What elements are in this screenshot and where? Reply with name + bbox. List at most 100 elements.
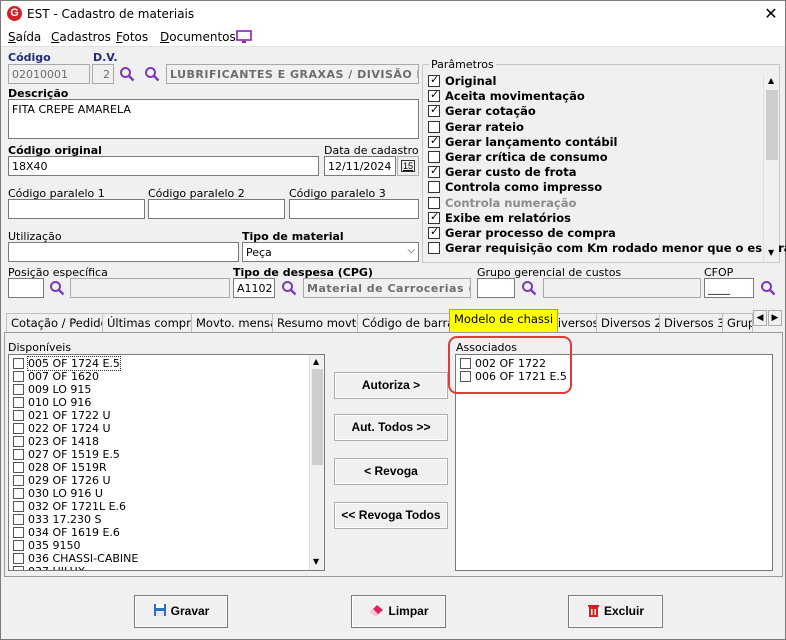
list-item[interactable]: 022 OF 1724 U [13, 422, 111, 435]
data-cadastro-field[interactable]: 12/11/2024 [324, 156, 396, 176]
list-item[interactable]: 010 LO 916 [13, 396, 91, 409]
codigo-field[interactable]: 02010001 [8, 64, 90, 84]
param-row[interactable]: Controla como impresso [428, 180, 602, 195]
list-item[interactable]: 036 CHASSI-CABINE [13, 552, 138, 565]
search-cfop-icon[interactable] [760, 280, 776, 296]
list-item[interactable]: 030 LO 916 U [13, 487, 103, 500]
tab-diversos-2[interactable]: Diversos 2 [596, 313, 667, 332]
grupo-gerencial-field[interactable] [477, 278, 515, 298]
disponiveis-scrollbar[interactable]: ▲ ▼ [309, 355, 324, 570]
revoga-button[interactable]: < Revoga [334, 458, 448, 485]
item-checkbox[interactable] [13, 410, 24, 421]
param-checkbox[interactable] [428, 181, 440, 194]
list-item[interactable]: 023 OF 1418 [13, 435, 99, 448]
monitor-icon[interactable] [236, 30, 252, 44]
item-checkbox[interactable] [13, 514, 24, 525]
param-row[interactable]: Aceita movimentação [428, 88, 585, 104]
param-checkbox[interactable] [428, 103, 440, 118]
param-row[interactable]: Controla numeração [428, 196, 576, 211]
tab-cota-o-pedido[interactable]: Cotação / Pedido [6, 313, 113, 332]
disponiveis-list[interactable]: 005 OF 1724 E.5 007 OF 1620 009 LO 915 010 … [8, 354, 325, 571]
search-grupo-icon[interactable] [521, 280, 537, 296]
scroll-up-icon[interactable]: ▲ [768, 76, 774, 85]
list-item[interactable]: 032 OF 1721L E.6 [13, 500, 126, 513]
item-checkbox[interactable] [13, 397, 24, 408]
param-checkbox[interactable] [428, 151, 440, 163]
list-item[interactable]: 029 OF 1726 U [13, 474, 111, 487]
descricao-field[interactable]: FITA CREPE AMARELA [8, 99, 419, 139]
paralelo1-field[interactable] [8, 199, 145, 219]
param-row[interactable]: Gerar crítica de consumo [428, 150, 608, 165]
scroll-thumb[interactable] [312, 369, 323, 465]
aut-todos-button[interactable]: Aut. Todos >> [334, 414, 448, 441]
menu-documentos[interactable]: Documentos [160, 30, 236, 44]
item-checkbox[interactable] [13, 566, 24, 570]
parametros-scrollbar[interactable]: ▲ ▼ [763, 74, 779, 262]
codigo-original-field[interactable]: 18X40 [8, 156, 319, 176]
param-checkbox[interactable] [428, 120, 440, 133]
list-item[interactable]: 037 HILUX [13, 565, 85, 570]
param-checkbox[interactable] [428, 242, 440, 255]
param-row[interactable]: Gerar cotação [428, 103, 536, 119]
menu-fotos[interactable]: Fotos [116, 30, 148, 44]
autoriza-button[interactable]: Autoriza > [334, 372, 448, 399]
item-checkbox[interactable] [13, 553, 24, 564]
item-checkbox[interactable] [13, 384, 24, 395]
item-checkbox[interactable] [13, 436, 24, 447]
tipo-material-select[interactable]: Peça ⌵ [242, 242, 419, 262]
utilizacao-field[interactable] [8, 242, 239, 262]
item-checkbox[interactable] [13, 423, 24, 434]
param-checkbox[interactable] [428, 196, 440, 209]
tab-diversos-3[interactable]: Diversos 3 [659, 313, 730, 332]
list-item[interactable]: 007 OF 1620 [13, 370, 99, 383]
param-row[interactable]: Original [428, 73, 496, 89]
menu-cadastros[interactable]: Cadastros [51, 30, 111, 44]
param-row[interactable]: Gerar requisição com Km rodado menor que… [428, 241, 786, 256]
list-item[interactable]: 033 17.230 S [13, 513, 101, 526]
param-row[interactable]: Gerar custo de frota [428, 164, 576, 180]
param-checkbox[interactable] [428, 73, 440, 87]
param-checkbox[interactable] [428, 134, 440, 148]
param-checkbox[interactable] [428, 210, 440, 224]
tab-modelo-de-chassi[interactable]: Modelo de chassi [449, 309, 559, 332]
item-checkbox[interactable] [13, 462, 24, 473]
search-icon[interactable] [119, 66, 135, 82]
scroll-down-icon[interactable]: ▼ [768, 248, 774, 257]
scroll-down-icon[interactable]: ▼ [313, 557, 319, 566]
item-checkbox[interactable] [13, 475, 24, 486]
tipo-despesa-code-field[interactable]: A1102 [233, 278, 275, 298]
param-row[interactable]: Gerar processo de compra [428, 225, 616, 241]
param-row[interactable]: Gerar rateio [428, 120, 524, 135]
param-checkbox[interactable] [428, 88, 440, 103]
dv-field[interactable]: 2 [92, 64, 114, 84]
list-item[interactable]: 027 OF 1519 E.5 [13, 448, 120, 461]
search-group-icon[interactable] [144, 66, 160, 82]
param-checkbox[interactable] [428, 225, 440, 239]
item-checkbox[interactable] [13, 488, 24, 499]
tab-scroll-left-icon[interactable]: ◀ [753, 310, 767, 326]
list-item[interactable]: 021 OF 1722 U [13, 409, 111, 422]
list-item[interactable]: 009 LO 915 [13, 383, 91, 396]
param-row[interactable]: Exibe em relatórios [428, 210, 571, 226]
tab-scroll-right-icon[interactable]: ▶ [768, 310, 782, 326]
item-checkbox[interactable] [13, 371, 24, 382]
list-item[interactable]: 034 OF 1619 E.6 [13, 526, 120, 539]
tab-grupo[interactable]: Grupo [722, 313, 753, 332]
list-item[interactable]: 028 OF 1519R [13, 461, 107, 474]
search-despesa-icon[interactable] [281, 280, 297, 296]
menu-saida[interactable]: Saída [8, 30, 41, 44]
cfop-field[interactable]: ____ [704, 278, 754, 298]
param-checkbox[interactable] [428, 164, 440, 179]
list-item[interactable]: 035 9150 [13, 539, 81, 552]
limpar-button[interactable]: Limpar [351, 595, 446, 628]
search-posicao-icon[interactable] [49, 280, 65, 296]
calendar-button[interactable]: 15 [397, 156, 419, 176]
revoga-todos-button[interactable]: << Revoga Todos [334, 502, 448, 529]
item-checkbox[interactable] [13, 449, 24, 460]
scroll-up-icon[interactable]: ▲ [313, 357, 319, 366]
item-checkbox[interactable] [13, 501, 24, 512]
list-item[interactable]: 005 OF 1724 E.5 [13, 356, 121, 371]
posicao-field[interactable] [8, 278, 44, 298]
close-icon[interactable]: ✕ [761, 4, 781, 24]
excluir-button[interactable]: Excluir [568, 595, 663, 628]
